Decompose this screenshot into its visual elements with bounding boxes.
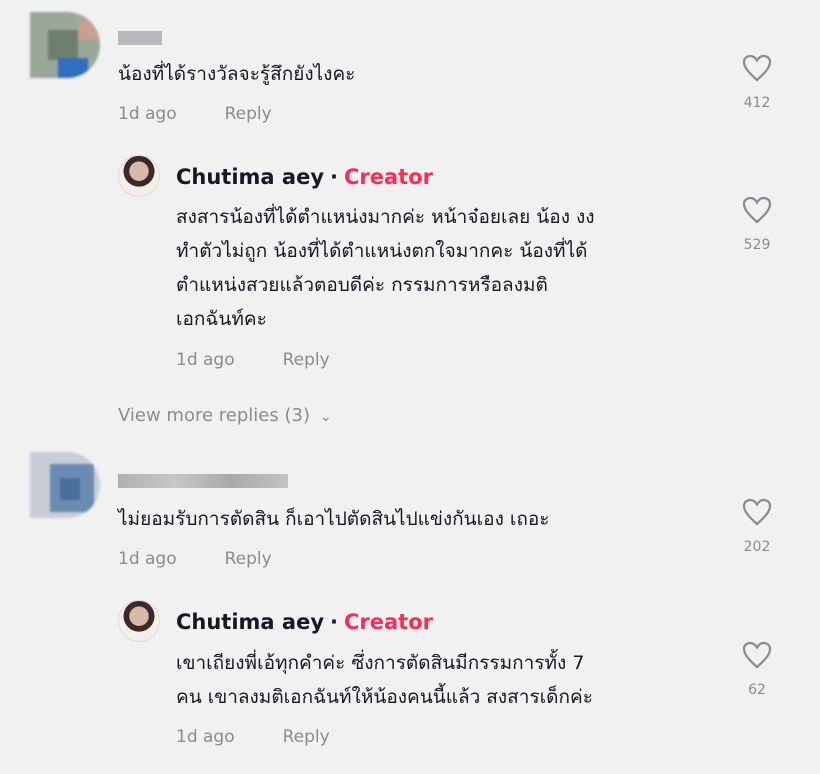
comment-time: 1d ago bbox=[118, 104, 177, 124]
heart-icon[interactable] bbox=[742, 641, 772, 669]
creator-avatar[interactable] bbox=[118, 155, 160, 197]
comment-time: 1d ago bbox=[118, 549, 177, 569]
reply-button[interactable]: Reply bbox=[225, 549, 272, 569]
avatar[interactable] bbox=[30, 452, 100, 518]
creator-badge: Creator bbox=[344, 610, 434, 634]
reply-text: สงสารน้องที่ได้ตำแหน่งมากค่ะ หน้าจ๋อยเลย… bbox=[176, 206, 595, 330]
creator-name-line: Chutima aey · Creator bbox=[176, 165, 433, 189]
chevron-down-icon: ⌄ bbox=[319, 409, 332, 425]
like-count: 202 bbox=[743, 539, 771, 555]
reply-time: 1d ago bbox=[176, 350, 235, 370]
creator-name[interactable]: Chutima aey bbox=[176, 165, 324, 189]
comment-meta: 1d ago Reply bbox=[118, 104, 320, 124]
comment-text: น้องที่ได้รางวัลจะรู้สึกยังไงคะ bbox=[118, 63, 356, 85]
reply-button[interactable]: Reply bbox=[225, 104, 272, 124]
heart-icon[interactable] bbox=[742, 54, 772, 82]
creator-name-line: Chutima aey · Creator bbox=[176, 610, 433, 634]
creator-name[interactable]: Chutima aey bbox=[176, 610, 324, 634]
heart-icon[interactable] bbox=[742, 196, 772, 224]
creator-badge: Creator bbox=[344, 165, 434, 189]
like-count: 62 bbox=[748, 682, 766, 698]
heart-icon[interactable] bbox=[742, 498, 772, 526]
reply-text: เขาเถียงพี่เอ้ทุกคำค่ะ ซึ่งการตัดสินมีกร… bbox=[176, 652, 593, 708]
view-more-label: View more replies (3) bbox=[118, 405, 310, 426]
creator-avatar[interactable] bbox=[118, 600, 160, 642]
reply-meta: 1d ago Reply bbox=[176, 727, 378, 747]
reply-time: 1d ago bbox=[176, 727, 235, 747]
name-separator: · bbox=[330, 165, 338, 189]
reply-button[interactable]: Reply bbox=[283, 350, 330, 370]
username-blurred[interactable] bbox=[118, 474, 288, 488]
like-count: 412 bbox=[743, 95, 771, 111]
username-blurred[interactable] bbox=[118, 31, 162, 45]
reply-meta: 1d ago Reply bbox=[176, 350, 378, 370]
comment-meta: 1d ago Reply bbox=[118, 549, 320, 569]
view-more-replies[interactable]: View more replies (3) ⌄ bbox=[118, 405, 332, 426]
reply-button[interactable]: Reply bbox=[283, 727, 330, 747]
name-separator: · bbox=[330, 610, 338, 634]
avatar[interactable] bbox=[30, 12, 100, 78]
comment-text: ไม่ยอมรับการตัดสิน ก็เอาไปตัดสินไปแข่งกั… bbox=[118, 508, 550, 530]
like-count: 529 bbox=[743, 237, 771, 253]
